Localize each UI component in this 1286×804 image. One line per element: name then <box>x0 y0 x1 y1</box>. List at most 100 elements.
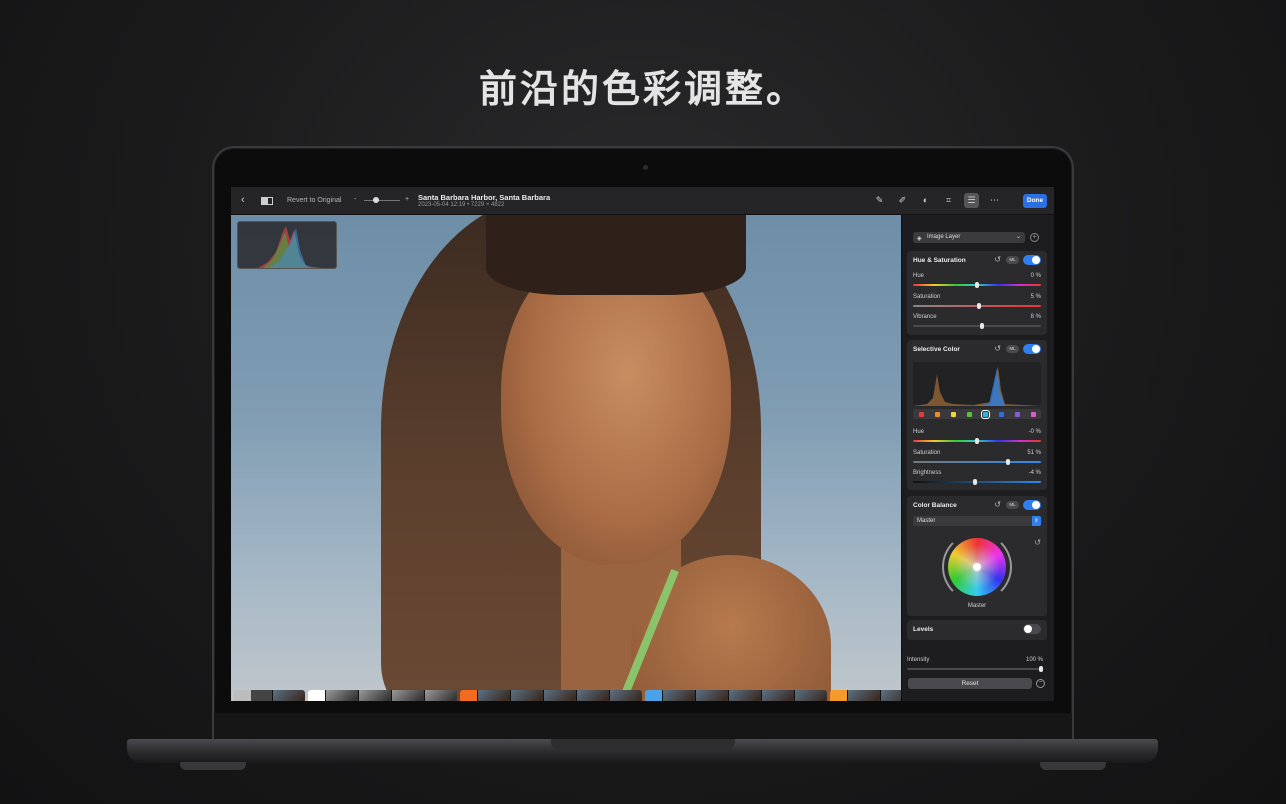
color-swatch[interactable] <box>950 411 956 417</box>
preset-group-tag[interactable]: C <box>234 690 251 701</box>
color-wheel-handle[interactable] <box>973 563 981 571</box>
preset-thumbnail[interactable] <box>728 690 761 701</box>
reset-icon[interactable]: ↺ <box>994 344 1001 353</box>
selective-hue-slider[interactable]: Hue -0 % <box>913 429 1041 449</box>
selective-color-histogram <box>913 362 1041 406</box>
selective-color-toggle[interactable] <box>1023 344 1041 354</box>
levels-toggle[interactable] <box>1023 624 1041 634</box>
color-balance-title: Color Balance <box>913 502 957 509</box>
hue-saturation-toggle[interactable] <box>1023 255 1041 265</box>
reset-icon[interactable]: ↺ <box>1034 538 1041 547</box>
layers-icon: ◈ <box>917 236 922 242</box>
vibrance-slider[interactable]: Vibrance 8 % <box>913 314 1041 334</box>
color-swatch[interactable] <box>1014 411 1020 417</box>
slider-knob[interactable] <box>972 479 977 485</box>
preset-thumbnail[interactable] <box>510 690 543 701</box>
color-swatch[interactable] <box>1030 411 1036 417</box>
effects-icon[interactable]: ◐ <box>918 193 933 208</box>
adjust-sliders-icon[interactable]: ☰ <box>964 193 979 208</box>
ml-button[interactable]: ML <box>1006 501 1019 509</box>
hue-saturation-title: Hue & Saturation <box>913 257 966 264</box>
toolbar: ‹ Revert to Original - + Santa Barbara H… <box>231 187 1054 215</box>
preset-thumbnail[interactable] <box>358 690 391 701</box>
reset-icon[interactable]: ↺ <box>994 255 1001 264</box>
preset-group-tag[interactable]: MF <box>830 690 847 701</box>
levels-title: Levels <box>913 626 934 633</box>
done-button[interactable]: Done <box>1023 194 1047 208</box>
saturation-slider[interactable]: Saturation 5 % <box>913 294 1041 314</box>
reset-icon[interactable]: ↺ <box>994 500 1001 509</box>
zoom-in-button[interactable]: + <box>405 196 409 203</box>
preset-group-tag[interactable]: CF <box>645 690 662 701</box>
preset-thumbnail[interactable] <box>609 690 642 701</box>
preset-thumbnail[interactable] <box>662 690 695 701</box>
more-menu-icon[interactable]: ⋯ <box>987 193 1002 208</box>
retouch-brush-icon[interactable]: ✐ <box>895 193 910 208</box>
color-swatch[interactable] <box>934 411 940 417</box>
ml-button[interactable]: ML <box>1006 256 1019 264</box>
reset-button[interactable]: Reset <box>908 678 1032 689</box>
photo-info: 2023-05-04 12:19 • 7229 × 4822 <box>418 202 505 208</box>
selective-brightness-slider[interactable]: Brightness -4 % <box>913 470 1041 490</box>
preset-group: CF <box>645 690 827 701</box>
chevron-left-icon[interactable]: ‹ <box>241 194 245 206</box>
color-swatches <box>913 409 1041 419</box>
preset-thumbnail[interactable] <box>391 690 424 701</box>
preset-thumbnail[interactable] <box>761 690 794 701</box>
color-swatch[interactable] <box>966 411 972 417</box>
color-balance-toggle[interactable] <box>1023 500 1041 510</box>
preset-thumbnail[interactable] <box>847 690 880 701</box>
remove-layer-icon[interactable]: − <box>1036 679 1045 688</box>
slider-knob[interactable] <box>1039 666 1043 672</box>
zoom-out-button[interactable]: - <box>354 196 356 203</box>
preset-thumbnail[interactable] <box>272 690 305 701</box>
zoom-knob[interactable] <box>373 197 379 203</box>
preset-thumbnail[interactable] <box>794 690 827 701</box>
add-layer-icon[interactable]: + <box>1030 233 1039 242</box>
layer-select[interactable]: ◈ Image Layer ⌄ <box>913 232 1025 243</box>
slider-knob[interactable] <box>975 282 979 288</box>
preset-group: CN <box>460 690 642 701</box>
add-preset-button[interactable]: + <box>251 690 272 701</box>
preset-thumbnail[interactable] <box>424 690 457 701</box>
preset-group-tag[interactable]: CN <box>460 690 477 701</box>
zoom-slider[interactable]: - + <box>354 196 410 206</box>
preset-thumbnail[interactable] <box>477 690 510 701</box>
preset-thumbnail[interactable] <box>695 690 728 701</box>
chevron-down-icon: ⌄ <box>1015 234 1021 240</box>
preset-group: C+ <box>234 690 305 701</box>
compare-icon[interactable] <box>261 197 276 205</box>
preset-group: BW <box>308 690 457 701</box>
selective-color-title: Selective Color <box>913 346 960 353</box>
slider-knob[interactable] <box>975 438 979 444</box>
preset-group-tag[interactable]: BW <box>308 690 325 701</box>
selective-color-card: Selective Color ↺ ML Hue -0 % Saturation… <box>907 340 1047 490</box>
intensity-slider[interactable]: Intensity 100 % <box>907 657 1043 677</box>
color-balance-mode-select[interactable]: Master ⇕ <box>913 516 1041 526</box>
levels-card: Levels <box>907 620 1047 640</box>
crop-icon[interactable]: ⌗ <box>941 193 956 208</box>
color-swatch[interactable] <box>918 411 924 417</box>
photo-canvas[interactable]: C+BWCNCFMF <box>231 215 901 701</box>
preset-thumbnail[interactable] <box>576 690 609 701</box>
hue-slider[interactable]: Hue 0 % <box>913 273 1041 293</box>
color-wheel-label: Master <box>967 603 987 609</box>
preset-thumbnail[interactable] <box>325 690 358 701</box>
preset-thumbnail[interactable] <box>543 690 576 701</box>
ml-button[interactable]: ML <box>1006 345 1019 353</box>
color-swatch[interactable] <box>998 411 1004 417</box>
hue-saturation-card: Hue & Saturation ↺ ML Hue 0 % Saturation… <box>907 251 1047 335</box>
slider-knob[interactable] <box>1006 459 1010 465</box>
revert-to-original-button[interactable]: Revert to Original <box>287 197 341 204</box>
selective-saturation-slider[interactable]: Saturation 51 % <box>913 450 1041 470</box>
preset-filmstrip: C+BWCNCFMF <box>234 690 901 701</box>
preset-thumbnail[interactable] <box>880 690 901 701</box>
app-window: ‹ Revert to Original - + Santa Barbara H… <box>231 187 1054 701</box>
slider-knob[interactable] <box>979 323 984 329</box>
slider-knob[interactable] <box>977 303 982 309</box>
color-wheel[interactable] <box>948 538 1006 596</box>
preset-group: MF <box>830 690 901 701</box>
annotate-icon[interactable]: ✎ <box>872 193 887 208</box>
color-balance-card: Color Balance ↺ ML Master ⇕ ↺ Master <box>907 496 1047 616</box>
color-swatch[interactable] <box>980 409 990 419</box>
